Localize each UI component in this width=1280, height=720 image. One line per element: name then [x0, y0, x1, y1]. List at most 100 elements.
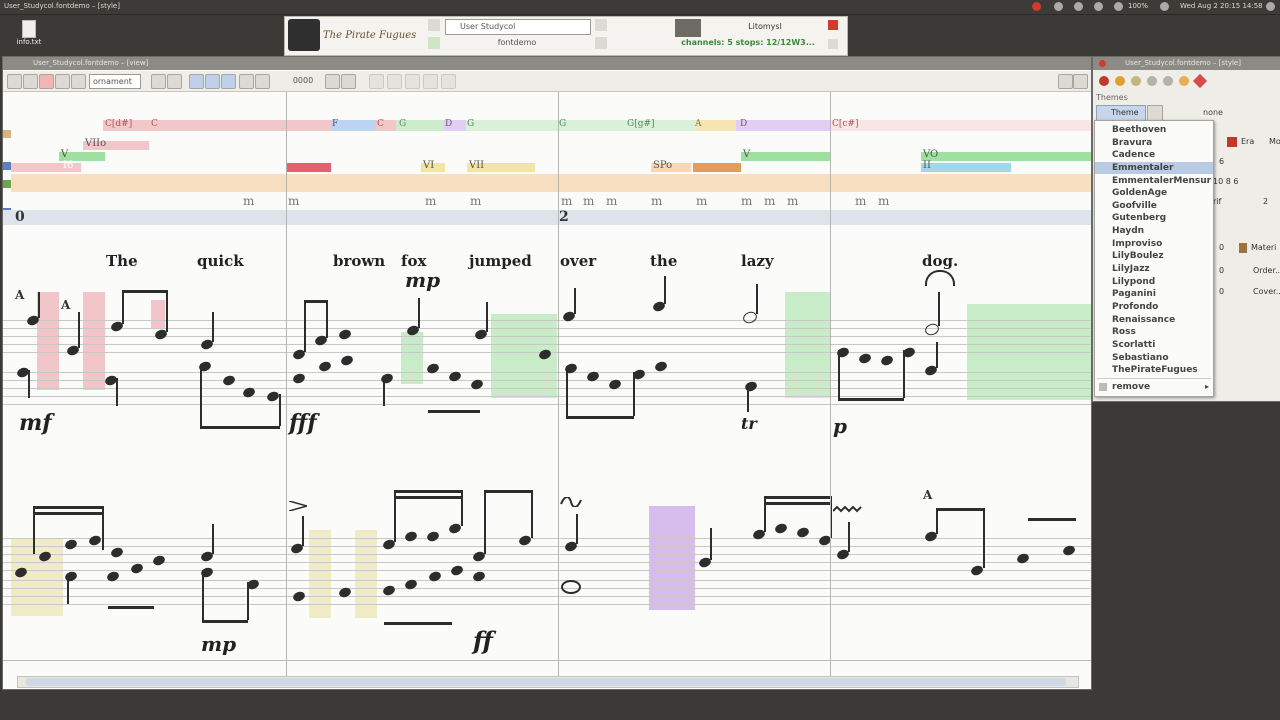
lyric[interactable]: lazy: [741, 252, 774, 270]
grid-icon[interactable]: [167, 74, 182, 89]
function-label[interactable]: V: [61, 149, 68, 160]
style-panel-titlebar[interactable]: User_Studycol.fontdemo – [style]: [1093, 57, 1280, 70]
mark[interactable]: m: [741, 194, 752, 208]
note-highlight[interactable]: [37, 292, 59, 390]
mark[interactable]: m: [787, 194, 798, 208]
accent-mark[interactable]: A: [923, 488, 932, 502]
mark[interactable]: m: [696, 194, 707, 208]
close-icon[interactable]: [1032, 2, 1041, 11]
barline[interactable]: [830, 92, 831, 688]
theme-menu-item[interactable]: LilyBoulez: [1095, 250, 1213, 262]
score-canvas[interactable]: C[d#] C F C G D G G G[g#] A D C[c#] VIIo…: [3, 92, 1091, 688]
note-highlight[interactable]: [401, 332, 423, 384]
volume-icon[interactable]: [1160, 2, 1169, 11]
theme-menu-item[interactable]: Bravura: [1095, 137, 1213, 149]
function-label[interactable]: V: [743, 149, 750, 160]
accent-wedge-icon[interactable]: [288, 496, 310, 512]
function-label[interactable]: VI: [423, 160, 434, 171]
horizontal-scrollbar[interactable]: [17, 676, 1079, 688]
close-icon[interactable]: [1099, 60, 1106, 67]
chord-label[interactable]: D: [445, 119, 452, 129]
chord-label[interactable]: C[c#]: [832, 119, 859, 129]
measure-strip[interactable]: [3, 210, 1091, 225]
value-label[interactable]: 10 8 6: [1213, 177, 1238, 186]
lyric[interactable]: the: [650, 252, 677, 270]
remove-menu-item[interactable]: remove ▸: [1095, 381, 1213, 393]
era-tab[interactable]: Era: [1241, 137, 1254, 146]
grid-icon[interactable]: [1163, 76, 1173, 86]
value-label[interactable]: 0: [1219, 243, 1224, 252]
function-label[interactable]: VII: [469, 160, 484, 171]
undo-icon[interactable]: [387, 74, 402, 89]
power-icon[interactable]: [1266, 2, 1275, 11]
chord-label[interactable]: C: [151, 119, 158, 129]
mark[interactable]: m: [878, 194, 889, 208]
lyric[interactable]: over: [560, 252, 596, 270]
brush-icon[interactable]: [239, 74, 254, 89]
era-icon[interactable]: [1227, 137, 1237, 147]
chord-label[interactable]: G: [399, 119, 406, 129]
system-clock[interactable]: Wed Aug 2 20:15 14:58: [1180, 2, 1263, 10]
desktop-file-icon[interactable]: info.txt: [14, 20, 44, 50]
transpose-icon[interactable]: [341, 74, 356, 89]
dynamic-mark[interactable]: mp: [405, 268, 440, 292]
barline[interactable]: [558, 92, 559, 688]
value-label[interactable]: 0: [1219, 287, 1224, 296]
chord-label[interactable]: C: [377, 119, 384, 129]
material-label[interactable]: Materi: [1251, 243, 1276, 252]
theme-menu-item[interactable]: Lilypond: [1095, 276, 1213, 288]
zoom-icon[interactable]: [423, 74, 438, 89]
function-label[interactable]: I6: [63, 160, 73, 171]
theme-menu-item[interactable]: Renaissance: [1095, 314, 1213, 326]
mark[interactable]: m: [583, 194, 594, 208]
text-tool-icon[interactable]: [39, 74, 54, 89]
theme-menu-item[interactable]: Goofville: [1095, 200, 1213, 212]
chord-label[interactable]: D: [740, 119, 747, 129]
save-icon[interactable]: [595, 19, 607, 31]
section-band[interactable]: [11, 174, 1091, 192]
chord-label[interactable]: G: [467, 119, 474, 129]
paste-icon[interactable]: [221, 74, 236, 89]
gear-icon[interactable]: [1147, 76, 1157, 86]
bluetooth-icon[interactable]: [1094, 2, 1103, 11]
theme-menu-item[interactable]: LilyJazz: [1095, 263, 1213, 275]
updown-icon[interactable]: [325, 74, 340, 89]
accent-mark[interactable]: A: [15, 288, 24, 302]
mode-field[interactable]: ornament: [89, 74, 141, 89]
cut-icon[interactable]: [369, 74, 384, 89]
battery-icon[interactable]: [1114, 2, 1123, 11]
pencil-tool-icon[interactable]: [23, 74, 38, 89]
order-label[interactable]: Order...: [1253, 266, 1280, 275]
theme-menu-item[interactable]: Haydn: [1095, 225, 1213, 237]
dynamic-mark[interactable]: mf: [19, 410, 52, 436]
lyric[interactable]: brown: [333, 252, 385, 270]
add-icon[interactable]: [441, 74, 456, 89]
note-highlight[interactable]: [785, 292, 831, 398]
theme-menu-item[interactable]: GoldenAge: [1095, 187, 1213, 199]
note-highlight[interactable]: [83, 292, 105, 390]
palette-icon[interactable]: [1115, 76, 1125, 86]
trash-icon[interactable]: [828, 39, 838, 49]
settings-icon[interactable]: [595, 37, 607, 49]
theme-menu-item[interactable]: Paganini: [1095, 288, 1213, 300]
bulb-icon[interactable]: [1179, 76, 1189, 86]
close-icon[interactable]: [828, 20, 838, 30]
restore-icon[interactable]: [1058, 74, 1073, 89]
font-select[interactable]: fontdemo: [445, 38, 589, 50]
network-icon[interactable]: [1054, 2, 1063, 11]
mark[interactable]: m: [606, 194, 617, 208]
mark[interactable]: m: [855, 194, 866, 208]
theme-menu-item[interactable]: Beethoven: [1095, 124, 1213, 136]
dynamic-mark[interactable]: mp: [201, 632, 236, 656]
turn-ornament-icon[interactable]: [559, 492, 583, 508]
tempo-field[interactable]: 0000: [285, 74, 321, 87]
theme-menu-item[interactable]: Improviso: [1095, 238, 1213, 250]
function-label[interactable]: II: [923, 160, 931, 171]
refresh-icon[interactable]: [428, 37, 440, 49]
function-label[interactable]: VIIo: [85, 138, 106, 149]
stamp-tool-icon[interactable]: [55, 74, 70, 89]
function-label[interactable]: VO: [923, 149, 938, 160]
trill-line-icon[interactable]: [832, 498, 863, 513]
chord-label[interactable]: G[g#]: [627, 119, 655, 129]
function-label[interactable]: SPo: [653, 160, 672, 171]
